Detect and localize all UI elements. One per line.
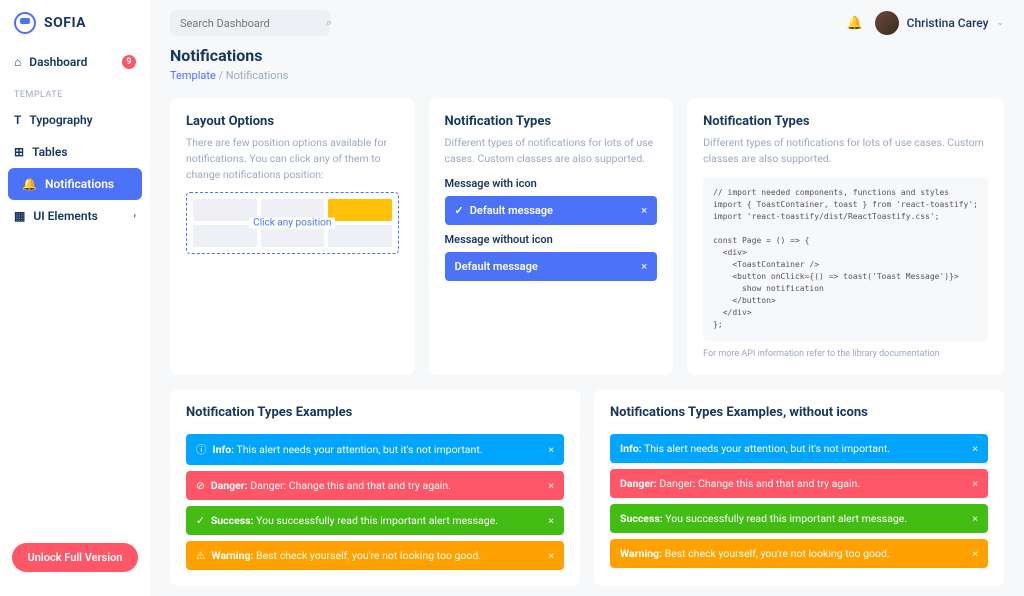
message-text: Default message [455,260,538,273]
sidebar-item-notifications[interactable]: 🔔 Notifications [8,168,142,200]
code-snippet[interactable]: // import needed components, functions a… [703,177,988,341]
card-layout-options: Layout Options There are few position op… [170,98,415,375]
breadcrumb: Template / Notifications [170,69,1004,82]
warning-icon: ⚠ [196,549,205,562]
sidebar-item-label: Dashboard [29,55,87,69]
sidebar-item-typography[interactable]: T Typography [0,104,150,136]
chevron-right-icon: › [133,211,136,221]
message-without-icon[interactable]: Default message × [445,252,658,281]
card-title: Notification Types [445,114,658,129]
dashboard-badge: 9 [122,55,136,69]
chevron-down-icon: ⌄ [996,18,1004,28]
avatar [875,11,899,35]
alert-text: Warning: Best check yourself, you're not… [620,547,890,560]
card-title: Notification Types [703,114,988,129]
card-desc: Different types of notifications for lot… [445,135,658,167]
close-icon[interactable]: × [972,512,978,525]
alert-text: Danger: Danger: Change this and that and… [211,479,451,492]
alert-text: Info: This alert needs your attention, b… [213,443,483,456]
type-icon: T [14,113,21,127]
code-footer: For more API information refer to the li… [703,349,988,359]
message-with-icon[interactable]: ✓ Default message × [445,196,658,225]
alert-text: Info: This alert needs your attention, b… [620,442,890,455]
danger-icon: ⊘ [196,479,205,492]
close-icon[interactable]: × [548,479,554,492]
info-icon: ⓘ [196,442,207,457]
position-top-right[interactable] [328,199,392,221]
close-icon[interactable]: × [972,442,978,455]
alert-warning: Warning: Best check yourself, you're not… [610,539,988,568]
search-box[interactable]: ⌕ [170,10,330,36]
sidebar-item-label: Typography [29,113,92,127]
card-notification-types: Notification Types Different types of no… [429,98,674,375]
alert-danger: ⊘ Danger: Danger: Change this and that an… [186,471,564,500]
card-examples-with-icons: Notification Types Examples ⓘ Info: This … [170,389,580,586]
logo-icon [14,12,36,34]
close-icon[interactable]: × [972,547,978,560]
home-icon: ⌂ [14,55,21,69]
user-menu[interactable]: Christina Carey ⌄ [875,11,1004,35]
alert-success: ✓ Success: You successfully read this imp… [186,506,564,535]
search-icon[interactable]: ⌕ [326,16,332,30]
bell-icon: 🔔 [22,177,37,191]
close-icon[interactable]: × [548,514,554,527]
brand-logo[interactable]: SOFIA [0,12,150,46]
brand-text: SOFIA [44,15,86,31]
alert-info: Info: This alert needs your attention, b… [610,434,988,463]
sidebar-item-label: Notifications [45,177,114,191]
card-desc: There are few position options available… [186,135,399,182]
card-title: Notifications Types Examples, without ic… [610,405,988,420]
sidebar-item-tables[interactable]: ⊞ Tables [0,136,150,168]
position-bottom-right[interactable] [328,225,392,247]
position-bottom-left[interactable] [193,225,257,247]
position-hint: Click any position [249,218,335,229]
close-icon[interactable]: × [641,260,647,273]
sidebar-item-label: Tables [32,145,68,159]
card-title: Layout Options [186,114,399,129]
breadcrumb-root[interactable]: Template [170,69,216,82]
card-title: Notification Types Examples [186,405,564,420]
position-picker: Click any position [186,192,399,254]
user-name: Christina Carey [907,16,989,30]
close-icon[interactable]: × [641,204,647,217]
alert-success: Success: You successfully read this impo… [610,504,988,533]
topbar: ⌕ 🔔 Christina Carey ⌄ [150,0,1024,46]
unlock-button[interactable]: Unlock Full Version [12,543,138,572]
alert-danger: Danger: Danger: Change this and that and… [610,469,988,498]
card-notification-code: Notification Types Different types of no… [687,98,1004,375]
tables-icon: ⊞ [14,145,24,159]
content: Notifications Template / Notifications L… [150,46,1024,596]
label-without-icon: Message without icon [445,233,658,246]
alert-text: Success: You successfully read this impo… [211,514,498,527]
alert-info: ⓘ Info: This alert needs your attention, … [186,434,564,465]
alert-warning: ⚠ Warning: Best check yourself, you're no… [186,541,564,570]
close-icon[interactable]: × [548,443,554,456]
grid-icon: ▦ [14,209,25,223]
success-icon: ✓ [196,514,205,527]
position-top-left[interactable] [193,199,257,221]
close-icon[interactable]: × [548,549,554,562]
alert-text: Success: You successfully read this impo… [620,512,907,525]
sidebar-item-ui-elements[interactable]: ▦ UI Elements › [0,200,150,232]
check-icon: ✓ [455,204,464,217]
notifications-bell-icon[interactable]: 🔔 [846,16,862,31]
alert-text: Warning: Best check yourself, you're not… [211,549,481,562]
alert-text: Danger: Danger: Change this and that and… [620,477,860,490]
sidebar: SOFIA ⌂ Dashboard 9 TEMPLATE T Typograph… [0,0,150,596]
sidebar-item-dashboard[interactable]: ⌂ Dashboard 9 [0,46,150,78]
main: ⌕ 🔔 Christina Carey ⌄ Notifications Temp… [150,0,1024,596]
page-title: Notifications [170,46,1004,65]
card-desc: Different types of notifications for lot… [703,135,988,167]
card-examples-without-icons: Notifications Types Examples, without ic… [594,389,1004,586]
close-icon[interactable]: × [972,477,978,490]
sidebar-section-label: TEMPLATE [0,78,150,104]
search-input[interactable] [180,17,320,30]
breadcrumb-current: Notifications [226,69,289,82]
label-with-icon: Message with icon [445,177,658,190]
message-text: Default message [470,204,553,217]
sidebar-item-label: UI Elements [33,209,97,223]
